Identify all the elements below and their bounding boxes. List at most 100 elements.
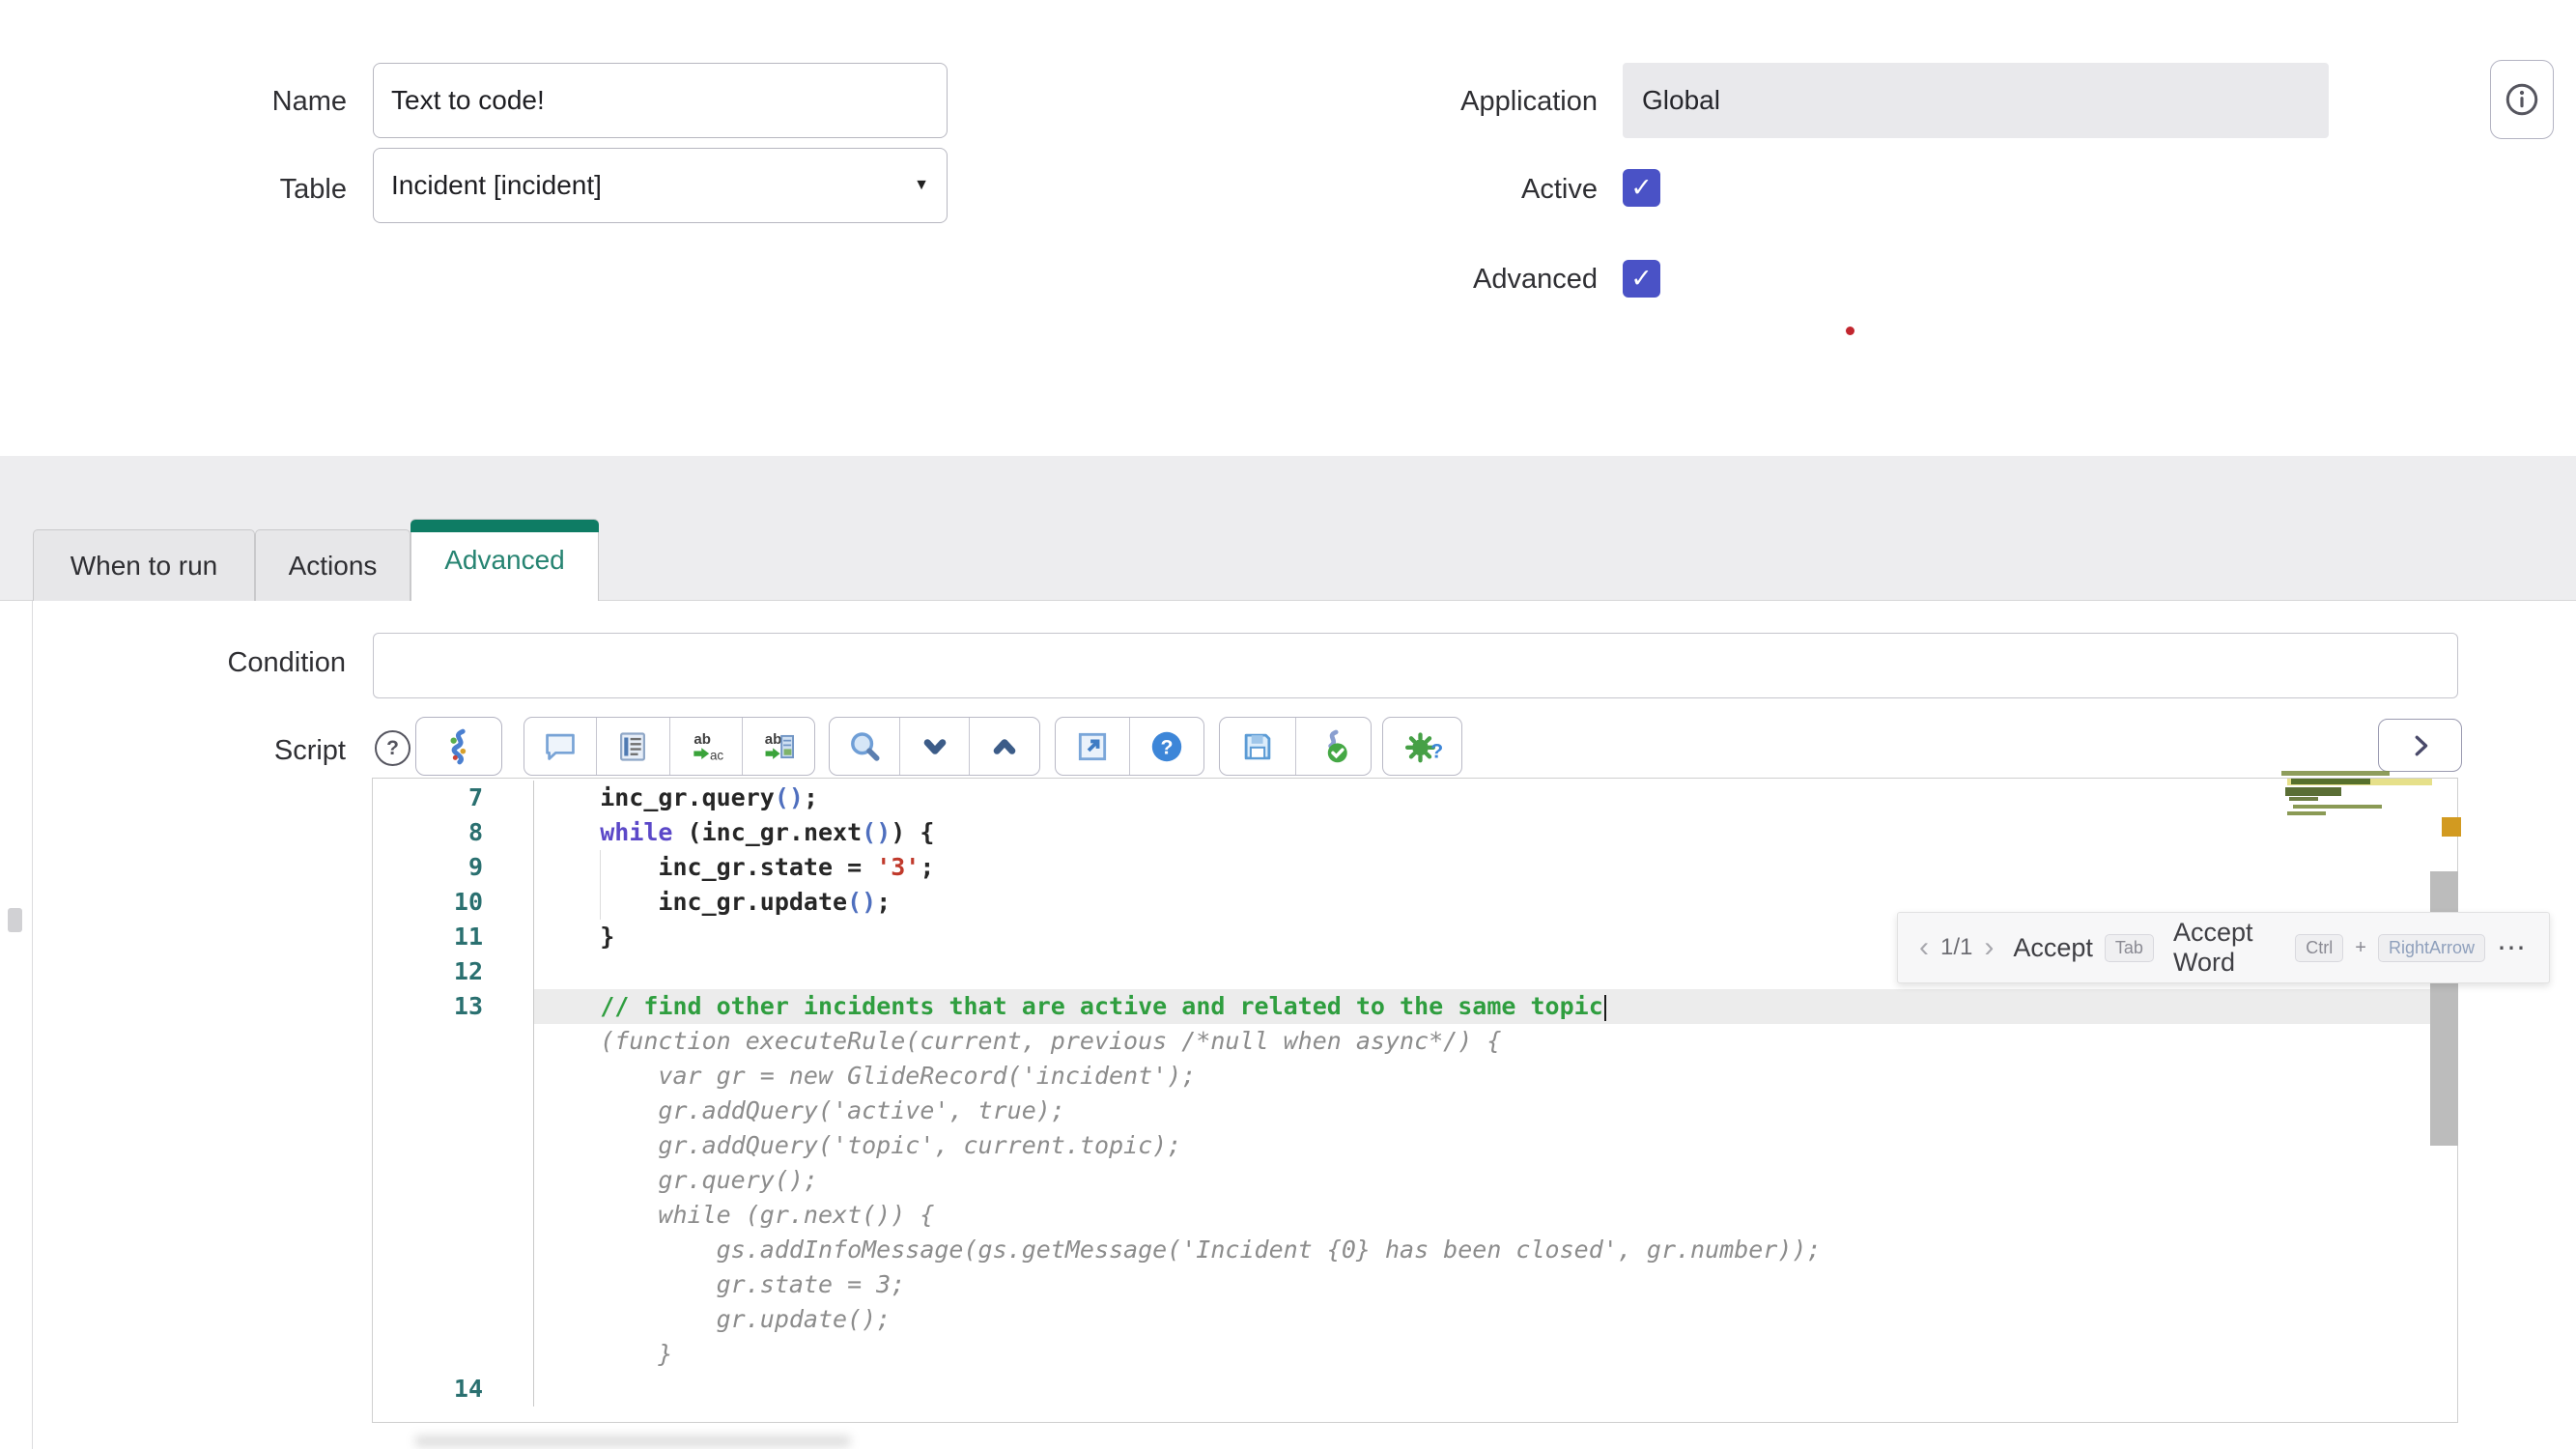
script-label: Script [273, 735, 346, 766]
ghost-suggestion-line[interactable]: gr.query(); [373, 1163, 2457, 1198]
tab-when-to-run[interactable]: When to run [33, 529, 255, 601]
code-line[interactable]: 13 // find other incidents that are acti… [373, 989, 2457, 1024]
code-text: inc_gr.state = '3'; [534, 850, 2457, 885]
code-text: (function executeRule(current, previous … [542, 1027, 1502, 1055]
check-icon: ✓ [1630, 173, 1653, 202]
ghost-suggestion-line[interactable]: gr.update(); [373, 1302, 2457, 1337]
debug-button[interactable]: ? [1383, 718, 1461, 775]
info-circle-icon [2505, 83, 2538, 116]
code-text: gr.query(); [542, 1166, 818, 1194]
line-number [373, 1302, 534, 1337]
name-input[interactable]: Text to code! [373, 63, 948, 138]
ghost-suggestion-line[interactable]: gr.addQuery('topic', current.topic); [373, 1128, 2457, 1163]
code-line[interactable]: 8 while (inc_gr.next()) { [373, 815, 2457, 850]
red-cursor-dot [1846, 327, 1854, 335]
find-next-button[interactable] [898, 718, 970, 775]
code-text: var gr = new GlideRecord('incident'); [542, 1062, 1197, 1090]
code-line[interactable]: 14 [373, 1372, 2457, 1406]
accept-word-button[interactable]: Accept Word [2173, 918, 2283, 978]
code-text: while (gr.next()) { [542, 1201, 935, 1229]
ghost-suggestion-line[interactable]: gr.addQuery('active', true); [373, 1094, 2457, 1128]
replace-all-button[interactable]: ab [741, 718, 814, 775]
ghost-suggestion-line[interactable]: } [373, 1337, 2457, 1372]
format-code-button[interactable] [596, 718, 668, 775]
condition-label: Condition [227, 647, 346, 678]
table-select[interactable]: Incident [incident] ▼ [373, 148, 948, 223]
table-value: Incident [incident] [391, 170, 602, 200]
rightarrow-key-badge: RightArrow [2377, 933, 2485, 962]
code-line[interactable]: 7 inc_gr.query(); [373, 781, 2457, 815]
svg-text:ab: ab [694, 730, 711, 747]
tab-label: Advanced [444, 545, 565, 575]
active-label: Active [1521, 174, 1598, 205]
toolbar-group [1219, 717, 1372, 776]
script-code-editor[interactable]: 7 inc_gr.query(); 8 while (inc_gr.next())… [372, 778, 2458, 1423]
toolbar-group: ab ac ab [524, 717, 815, 776]
save-button[interactable] [1220, 718, 1295, 775]
line-number: 8 [373, 815, 534, 850]
previous-suggestion-button[interactable]: ‹ [1919, 933, 1929, 962]
code-text: gr.addQuery('topic', current.topic); [542, 1131, 1182, 1159]
check-icon: ✓ [1630, 264, 1653, 293]
svg-text:ac: ac [710, 748, 723, 762]
line-number [373, 1128, 534, 1163]
accept-button[interactable]: Accept [2013, 933, 2093, 963]
comment-button[interactable] [524, 718, 596, 775]
code-text: inc_gr.query(); [542, 783, 818, 811]
line-number: 11 [373, 920, 534, 954]
ghost-suggestion-line[interactable]: gs.addInfoMessage(gs.getMessage('Inciden… [373, 1233, 2457, 1267]
find-prev-button[interactable] [969, 718, 1039, 775]
ghost-suggestion-line[interactable]: while (gr.next()) { [373, 1198, 2457, 1233]
ghost-suggestion-line[interactable]: (function executeRule(current, previous … [373, 1024, 2457, 1059]
advanced-checkbox[interactable]: ✓ [1623, 260, 1660, 298]
section-left-border [32, 601, 33, 1449]
tab-actions[interactable]: Actions [255, 529, 410, 601]
tab-advanced[interactable]: Advanced [410, 519, 599, 601]
tab-key-badge: Tab [2104, 933, 2154, 962]
plus-sign: + [2355, 936, 2366, 958]
find-icon [850, 731, 880, 761]
line-number [373, 1094, 534, 1128]
ghost-suggestion-line[interactable]: gr.state = 3; [373, 1267, 2457, 1302]
comment-icon [546, 733, 575, 760]
format-code-icon [620, 731, 646, 761]
line-number: 13 [373, 989, 534, 1024]
svg-text:?: ? [1430, 738, 1442, 762]
help-icon: ? [1151, 731, 1182, 761]
advanced-label: Advanced [1473, 264, 1598, 295]
condition-input[interactable] [373, 633, 2458, 698]
annotation-marker [2442, 817, 2461, 837]
help-button[interactable]: ? [1129, 718, 1203, 775]
code-text: gr.state = 3; [542, 1270, 906, 1298]
next-suggestion-button[interactable]: › [1984, 933, 1994, 962]
line-number [373, 1267, 534, 1302]
table-label: Table [279, 174, 347, 205]
ghost-suggestion-line[interactable]: var gr = new GlideRecord('incident'); [373, 1059, 2457, 1094]
application-label: Application [1460, 86, 1598, 117]
open-window-button[interactable] [1056, 718, 1129, 775]
find-next-icon [923, 738, 946, 754]
tab-label: Actions [288, 550, 378, 581]
chevron-down-icon: ▼ [914, 177, 929, 193]
syntax-check-button[interactable] [1294, 718, 1372, 775]
open-window-icon [1078, 732, 1107, 760]
syntax-editor-button[interactable] [415, 717, 502, 776]
code-line[interactable]: 9 inc_gr.state = '3'; [373, 850, 2457, 885]
application-field: Global [1623, 63, 2329, 138]
line-number: 14 [373, 1372, 534, 1406]
more-options-button[interactable]: ⋯ [2497, 931, 2528, 965]
active-checkbox[interactable]: ✓ [1623, 169, 1660, 207]
expand-script-button[interactable] [2378, 719, 2462, 772]
name-label: Name [271, 86, 347, 117]
svg-text:ab: ab [765, 730, 782, 747]
code-minimap [2278, 769, 2434, 821]
script-help-button[interactable]: ? [375, 730, 410, 766]
debug-icon: ? [1404, 731, 1442, 762]
application-info-button[interactable] [2490, 60, 2554, 139]
save-icon [1244, 733, 1271, 759]
find-button[interactable] [830, 718, 899, 775]
toolbar-group: ? [1382, 717, 1462, 776]
replace-icon: abac [694, 730, 723, 762]
replace-button[interactable]: ab ac [668, 718, 742, 775]
